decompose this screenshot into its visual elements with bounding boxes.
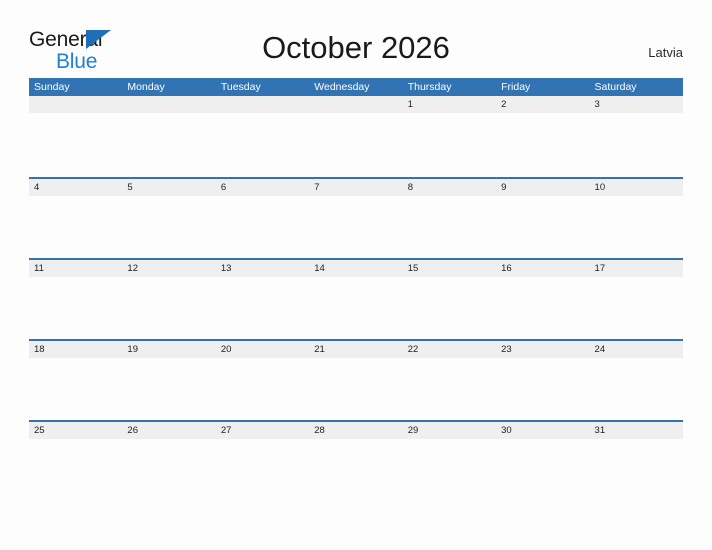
- day-cell[interactable]: 1: [403, 96, 496, 113]
- day-cell[interactable]: 21: [309, 341, 402, 358]
- weekday-header-friday: Friday: [501, 81, 531, 93]
- calendar-page: General Blue October 2026 Latvia Sunday …: [0, 0, 712, 550]
- day-cell[interactable]: [216, 96, 309, 113]
- day-cell[interactable]: [122, 96, 215, 113]
- day-cell[interactable]: [309, 96, 402, 113]
- day-cell[interactable]: 4: [29, 179, 122, 196]
- day-cell[interactable]: 18: [29, 341, 122, 358]
- day-cell[interactable]: 7: [309, 179, 402, 196]
- day-cell[interactable]: 3: [590, 96, 683, 113]
- week-event-area[interactable]: [29, 358, 683, 420]
- weekday-header-wednesday: Wednesday: [314, 81, 370, 93]
- day-cell[interactable]: 28: [309, 422, 402, 439]
- week-date-strip: 18 19 20 21 22 23 24: [29, 341, 683, 358]
- day-cell[interactable]: 13: [216, 260, 309, 277]
- week-event-area[interactable]: [29, 439, 683, 501]
- day-cell[interactable]: 17: [590, 260, 683, 277]
- day-cell[interactable]: 2: [496, 96, 589, 113]
- week-row: 4 5 6 7 8 9 10: [29, 177, 683, 258]
- page-title: October 2026: [262, 30, 450, 65]
- day-cell[interactable]: 20: [216, 341, 309, 358]
- week-row: 25 26 27 28 29 30 31: [29, 420, 683, 501]
- day-cell[interactable]: 8: [403, 179, 496, 196]
- day-cell[interactable]: 12: [122, 260, 215, 277]
- day-cell[interactable]: 30: [496, 422, 589, 439]
- day-cell[interactable]: 6: [216, 179, 309, 196]
- day-cell[interactable]: 29: [403, 422, 496, 439]
- day-cell[interactable]: 16: [496, 260, 589, 277]
- week-date-strip: 4 5 6 7 8 9 10: [29, 179, 683, 196]
- weekday-header-tuesday: Tuesday: [220, 81, 261, 93]
- week-event-area[interactable]: [29, 277, 683, 339]
- weekday-header-sunday: Sunday: [34, 81, 70, 93]
- day-cell[interactable]: 19: [122, 341, 215, 358]
- region-label: Latvia: [648, 45, 683, 60]
- week-row: 18 19 20 21 22 23 24: [29, 339, 683, 420]
- weekday-header-monday: Monday: [127, 81, 165, 93]
- day-cell[interactable]: 24: [590, 341, 683, 358]
- page-header: General Blue October 2026 Latvia: [0, 0, 712, 78]
- day-cell[interactable]: 22: [403, 341, 496, 358]
- day-cell[interactable]: [29, 96, 122, 113]
- day-cell[interactable]: 5: [122, 179, 215, 196]
- day-cell[interactable]: 23: [496, 341, 589, 358]
- day-cell[interactable]: 11: [29, 260, 122, 277]
- weekday-header-row: Sunday Monday Tuesday Wednesday Thursday…: [29, 78, 683, 96]
- week-event-area[interactable]: [29, 113, 683, 175]
- day-cell[interactable]: 25: [29, 422, 122, 439]
- day-cell[interactable]: 15: [403, 260, 496, 277]
- weekday-header-thursday: Thursday: [407, 81, 452, 93]
- week-event-area[interactable]: [29, 196, 683, 258]
- week-row: 11 12 13 14 15 16 17: [29, 258, 683, 339]
- day-cell[interactable]: 10: [590, 179, 683, 196]
- day-cell[interactable]: 31: [590, 422, 683, 439]
- weekday-header-saturday: Saturday: [594, 81, 637, 93]
- day-cell[interactable]: 9: [496, 179, 589, 196]
- day-cell[interactable]: 14: [309, 260, 402, 277]
- day-cell[interactable]: 26: [122, 422, 215, 439]
- calendar-grid: Sunday Monday Tuesday Wednesday Thursday…: [29, 78, 683, 501]
- week-row: 1 2 3: [29, 96, 683, 177]
- week-date-strip: 1 2 3: [29, 96, 683, 113]
- day-cell[interactable]: 27: [216, 422, 309, 439]
- week-date-strip: 25 26 27 28 29 30 31: [29, 422, 683, 439]
- week-date-strip: 11 12 13 14 15 16 17: [29, 260, 683, 277]
